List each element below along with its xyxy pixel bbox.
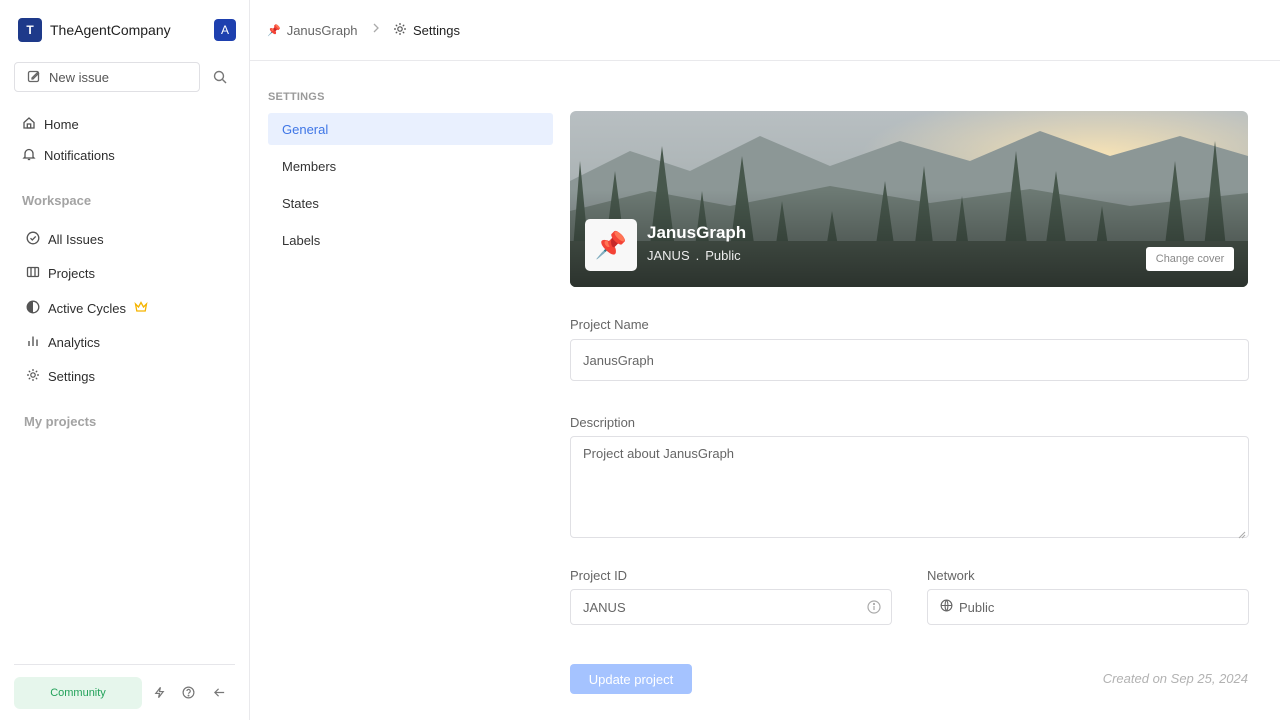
cycle-icon (26, 300, 40, 317)
cover-separator: . (695, 248, 700, 263)
project-cover: 📌 JanusGraph JANUS . Public Change cover (570, 111, 1248, 287)
breadcrumb-project-label: JanusGraph (286, 22, 358, 38)
description-label: Description (570, 415, 636, 430)
project-name-input[interactable]: JanusGraph (570, 339, 1249, 381)
nav-active-cycles[interactable]: Active Cycles (26, 294, 236, 322)
cover-visibility: Public (705, 248, 741, 263)
globe-icon (940, 599, 953, 615)
project-name-label: Project Name (570, 317, 649, 332)
sidebar-footer: Community (14, 664, 235, 720)
nav-notifications-label: Notifications (44, 147, 115, 163)
settings-heading: SETTINGS (268, 91, 325, 103)
nav-projects-label: Projects (48, 265, 95, 281)
nav-analytics-label: Analytics (48, 334, 101, 350)
nav-projects[interactable]: Projects (26, 259, 236, 287)
update-project-button[interactable]: Update project (570, 664, 692, 694)
info-icon[interactable] (867, 600, 881, 617)
search-button[interactable] (206, 64, 234, 92)
network-select[interactable]: Public (927, 589, 1249, 625)
settings-tab-labels[interactable]: Labels (268, 224, 553, 256)
nav-all-issues[interactable]: All Issues (26, 225, 236, 253)
bell-icon (22, 147, 36, 164)
description-text: Project about JanusGraph (583, 446, 735, 461)
gear-icon (26, 368, 40, 385)
settings-tab-members[interactable]: Members (268, 150, 553, 182)
help-icon (182, 686, 195, 702)
cover-identifier: JANUS (647, 248, 690, 263)
breadcrumb-settings[interactable]: Settings (393, 20, 460, 40)
workspace-section-toggle[interactable]: Workspace (22, 193, 91, 208)
home-icon (22, 116, 36, 133)
cover-project-name: JanusGraph (647, 223, 747, 242)
nav-settings[interactable]: Settings (26, 362, 236, 390)
workspace-name: TheAgentCompany (50, 22, 171, 38)
pin-icon: 📌 (267, 24, 281, 37)
network-label: Network (927, 568, 975, 583)
workspace-info[interactable]: T TheAgentCompany (18, 18, 171, 42)
project-id-label: Project ID (570, 568, 628, 583)
search-icon (213, 70, 227, 87)
created-date: Created on Sep 25, 2024 (1102, 671, 1248, 686)
collapse-sidebar-button[interactable] (208, 683, 230, 705)
settings-gear-icon (393, 22, 407, 39)
settings-tab-general[interactable]: General (268, 113, 553, 145)
workspace-logo: T (18, 18, 42, 42)
settings-tab-states[interactable]: States (268, 187, 553, 219)
sidebar: T TheAgentCompany A New issue Home Notif… (0, 0, 250, 720)
breadcrumb-settings-label: Settings (413, 22, 460, 38)
projects-icon (26, 265, 40, 282)
nav-all-issues-label: All Issues (48, 231, 104, 247)
help-button[interactable] (177, 683, 199, 705)
my-projects-section-toggle[interactable]: My projects (24, 414, 96, 429)
nav-home[interactable]: Home (22, 110, 236, 138)
cover-project-meta: JANUS . Public (647, 248, 741, 263)
crown-icon (134, 300, 148, 316)
project-emoji-button[interactable]: 📌 (585, 219, 637, 271)
project-id-input[interactable]: JANUS (570, 589, 892, 625)
arrow-left-icon (213, 686, 226, 702)
breadcrumb-project[interactable]: 📌 JanusGraph (267, 20, 358, 40)
lightning-icon (153, 686, 166, 702)
network-value: Public (959, 599, 995, 615)
workspace-switcher[interactable]: T TheAgentCompany A (18, 18, 236, 42)
resize-handle-icon[interactable] (1238, 527, 1246, 539)
bar-chart-icon (26, 334, 40, 351)
nav-notifications[interactable]: Notifications (22, 141, 236, 169)
change-cover-button[interactable]: Change cover (1146, 247, 1234, 271)
project-emoji: 📌 (594, 229, 628, 260)
nav-settings-label: Settings (48, 368, 95, 384)
project-id-value: JANUS (583, 599, 626, 615)
description-textarea[interactable]: Project about JanusGraph (570, 436, 1249, 539)
user-avatar[interactable]: A (214, 19, 236, 41)
nav-active-cycles-label: Active Cycles (48, 300, 127, 316)
nav-home-label: Home (44, 116, 79, 132)
nav-analytics[interactable]: Analytics (26, 328, 236, 356)
community-button[interactable]: Community (14, 677, 142, 709)
check-circle-icon (26, 231, 40, 248)
breadcrumb-separator-icon (371, 22, 381, 37)
new-issue-button[interactable]: New issue (14, 62, 200, 92)
shortcuts-button[interactable] (148, 683, 170, 705)
new-issue-label: New issue (49, 69, 109, 85)
edit-icon (27, 69, 41, 86)
